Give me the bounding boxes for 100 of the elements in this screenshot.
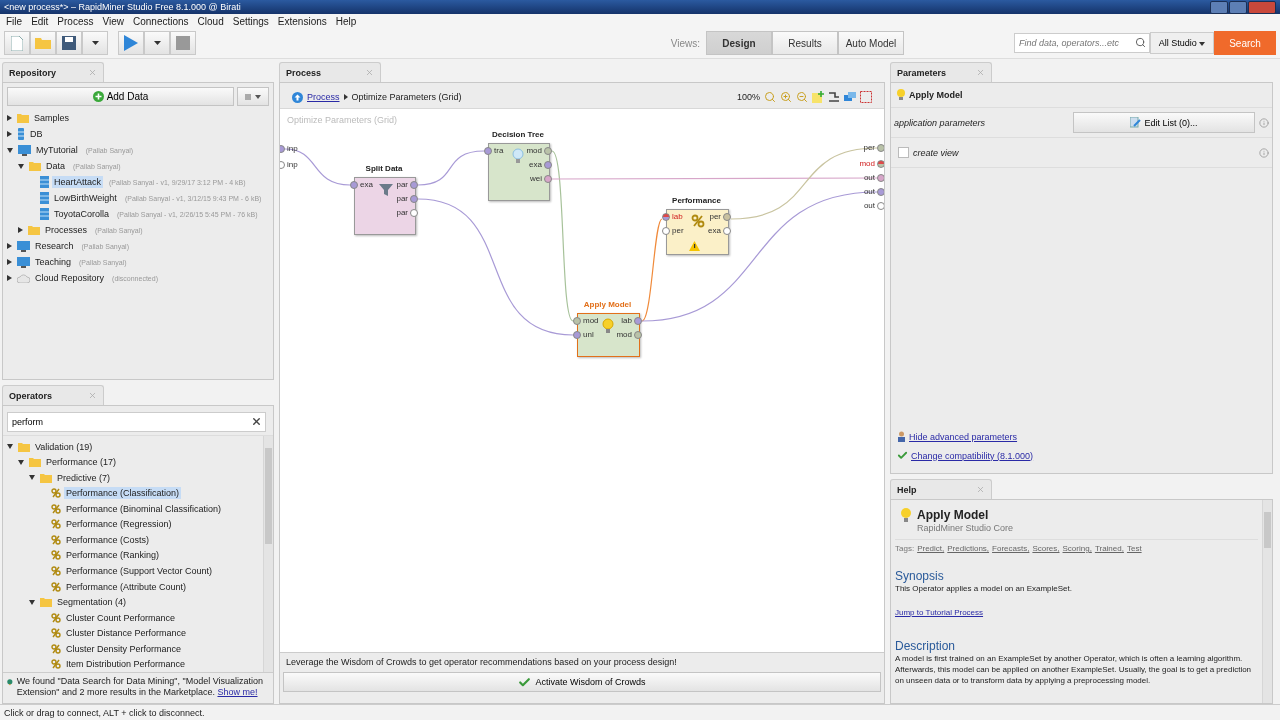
tree-item[interactable]: Performance (Classification) — [64, 487, 182, 500]
view-tab[interactable]: Results — [772, 31, 838, 55]
tree-item[interactable]: Segmentation (4) — [55, 596, 129, 609]
scrollbar[interactable] — [263, 436, 273, 672]
tree-item[interactable]: Performance (Regression) — [64, 518, 174, 531]
port[interactable] — [877, 160, 884, 168]
operator-node[interactable] — [577, 313, 640, 357]
view-tab[interactable]: Design — [706, 31, 772, 55]
port[interactable] — [723, 227, 731, 235]
port[interactable] — [544, 175, 552, 183]
operator-node[interactable] — [666, 209, 729, 255]
tag-link[interactable]: Predictions, — [947, 544, 990, 553]
port[interactable] — [634, 317, 642, 325]
minimize-button[interactable] — [1210, 0, 1228, 14]
checkbox[interactable] — [898, 147, 909, 158]
tag-link[interactable]: Test — [1126, 544, 1142, 553]
search-field[interactable]: Find data, operators...etc — [1014, 33, 1150, 53]
caret-icon[interactable] — [7, 131, 12, 137]
tree-item[interactable]: LowBirthWeight — [52, 192, 119, 204]
port[interactable] — [573, 331, 581, 339]
panel-tab[interactable]: Operators — [2, 385, 104, 405]
caret-icon[interactable] — [7, 275, 12, 281]
menu-item[interactable]: Connections — [133, 15, 189, 27]
caret-icon[interactable] — [7, 147, 13, 153]
operator-node[interactable] — [354, 177, 416, 235]
tree-item[interactable]: Performance (Binominal Classification) — [64, 502, 224, 515]
port[interactable] — [723, 213, 731, 221]
parameter-link[interactable]: Change compatibility (8.1.000) — [911, 450, 1034, 461]
port[interactable] — [877, 202, 884, 210]
caret-icon[interactable] — [18, 163, 24, 169]
up-arrow-icon[interactable] — [292, 91, 303, 103]
fit-icon[interactable] — [860, 91, 872, 103]
tutorial-link[interactable]: Jump to Tutorial Process — [895, 608, 1258, 617]
tree-item[interactable]: Performance (Attribute Count) — [64, 580, 189, 593]
menu-item[interactable]: File — [6, 15, 23, 27]
port[interactable] — [410, 181, 418, 189]
port[interactable] — [662, 213, 670, 221]
tree-item[interactable]: DB — [28, 128, 45, 140]
connect-icon[interactable] — [828, 91, 840, 103]
tag-link[interactable]: Trained, — [1094, 544, 1124, 553]
search-field[interactable]: perform — [7, 412, 266, 432]
menu-item[interactable]: Process — [57, 15, 94, 27]
note-icon[interactable] — [812, 91, 824, 103]
tree-item[interactable]: MyTutorial — [34, 144, 80, 156]
tree-item[interactable]: Data — [44, 160, 67, 172]
process-canvas[interactable]: Optimize Parameters (Grid) inp inp per mod out out out Split Data exa par par par Decision Tree tra mod exa wei Performance lab per per exa Apply Model mod unl lab mod — [280, 109, 884, 652]
panel-tab[interactable]: Process — [279, 62, 381, 82]
port[interactable] — [350, 181, 358, 189]
menu-item[interactable]: View — [102, 15, 124, 27]
view-tab[interactable]: Auto Model — [838, 31, 904, 55]
activate-wisdom-button[interactable]: Activate Wisdom of Crowds — [283, 672, 881, 692]
dropdown-button[interactable] — [144, 31, 170, 55]
tree-item[interactable]: ToyotaCorolla — [52, 208, 112, 220]
port[interactable] — [410, 209, 418, 217]
menu-item[interactable]: Edit — [31, 15, 49, 27]
port[interactable] — [484, 147, 492, 155]
dropdown-button[interactable] — [82, 31, 108, 55]
tag-link[interactable]: Forecasts, — [992, 544, 1030, 553]
port[interactable] — [544, 147, 552, 155]
save-button[interactable] — [56, 31, 82, 55]
panel-tab[interactable]: Help — [890, 479, 992, 499]
tree-item[interactable]: Performance (Support Vector Count) — [64, 565, 215, 577]
new-button[interactable] — [4, 31, 30, 55]
menu-item[interactable]: Help — [335, 15, 357, 27]
caret-icon[interactable] — [7, 444, 13, 450]
caret-icon[interactable] — [7, 243, 12, 249]
tree-item[interactable]: Cluster Distance Performance — [64, 627, 189, 640]
close-icon[interactable] — [88, 68, 97, 77]
tree-item[interactable]: Validation (19) — [33, 440, 95, 453]
zoom-reset-icon[interactable] — [764, 91, 776, 103]
add-data-button[interactable]: Add Data — [7, 87, 234, 106]
port[interactable] — [410, 195, 418, 203]
operator-node[interactable] — [488, 143, 550, 201]
maximize-button[interactable] — [1229, 0, 1247, 14]
parameter-link[interactable]: Hide advanced parameters — [909, 431, 1018, 442]
close-icon[interactable] — [88, 391, 97, 400]
info-icon[interactable] — [1259, 117, 1269, 128]
tree-item[interactable]: Samples — [32, 112, 71, 124]
port[interactable] — [877, 174, 884, 182]
menu-button[interactable] — [237, 87, 269, 106]
tree-item[interactable]: Performance (Costs) — [64, 533, 152, 546]
caret-icon[interactable] — [18, 227, 23, 233]
tag-link[interactable]: Predict, — [917, 544, 945, 553]
close-icon[interactable] — [976, 68, 985, 77]
tree-item[interactable]: Cluster Density Performance — [64, 642, 184, 655]
panel-tab[interactable]: Repository — [2, 62, 104, 82]
menu-item[interactable]: Settings — [232, 15, 269, 27]
clear-icon[interactable] — [251, 416, 262, 427]
breadcrumb-link[interactable]: Process — [307, 92, 340, 102]
caret-icon[interactable] — [7, 259, 12, 265]
tree-item[interactable]: Cluster Count Performance — [64, 611, 178, 624]
zoom-out-icon[interactable] — [796, 91, 808, 103]
tree-item[interactable]: Research — [33, 240, 76, 252]
tree-item[interactable]: HeartAttack — [52, 176, 104, 188]
tree-item[interactable]: Cloud Repository — [33, 272, 107, 284]
port[interactable] — [634, 331, 642, 339]
caret-icon[interactable] — [29, 475, 35, 481]
port[interactable] — [877, 144, 884, 152]
zoom-in-icon[interactable] — [780, 91, 792, 103]
edit-list-button[interactable]: Edit List (0)... — [1073, 112, 1255, 133]
